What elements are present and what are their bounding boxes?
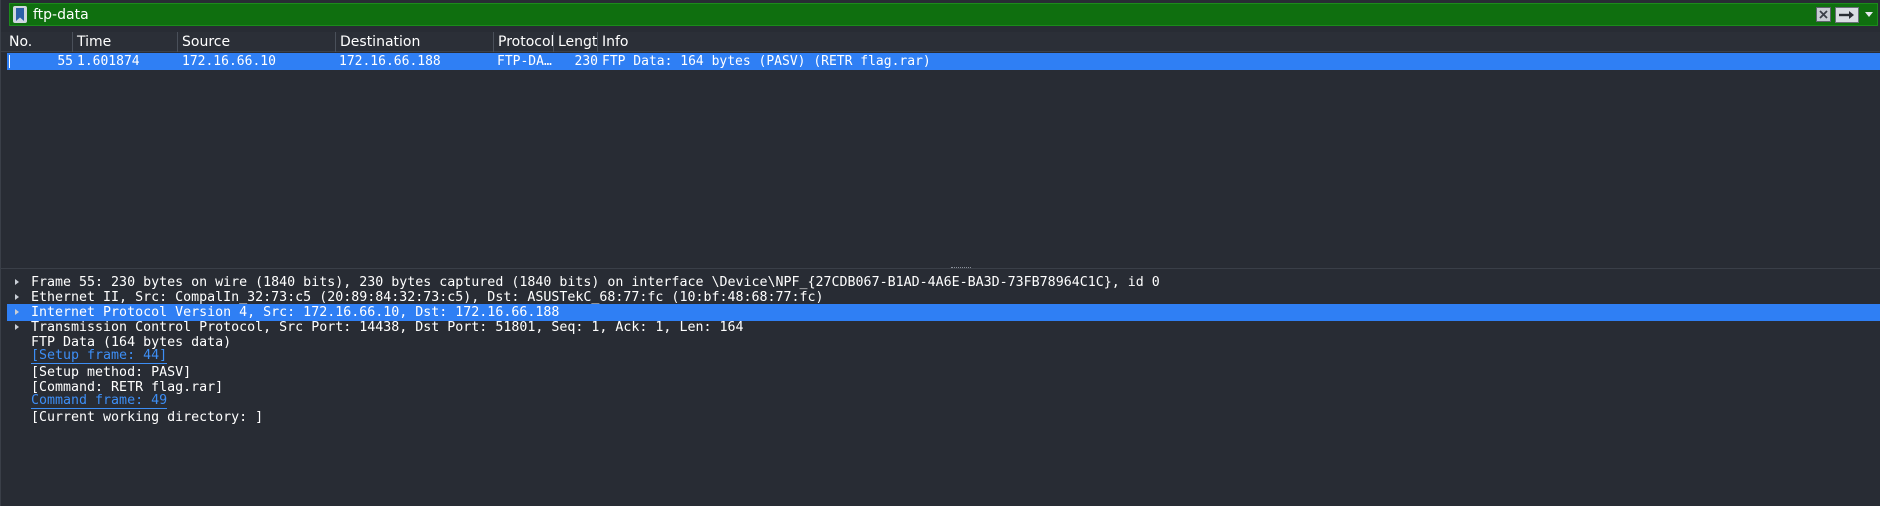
wireshark-window: ftp-data No. Time Source Destination Pro… (0, 0, 1880, 506)
chevron-down-icon (1865, 12, 1873, 17)
packet-details-pane: Frame 55: 230 bytes on wire (1840 bits),… (1, 274, 1880, 506)
packet-info: FTP Data: 164 bytes (PASV) (RETR flag.ra… (602, 54, 931, 69)
packet-row[interactable]: 55 1.601874 172.16.66.10 172.16.66.188 F… (7, 53, 1880, 70)
apply-filter-button[interactable] (1835, 6, 1859, 23)
column-header-source[interactable]: Source (178, 32, 336, 52)
column-header-time[interactable]: Time (73, 32, 178, 52)
filter-bookmark-button[interactable] (13, 6, 27, 23)
expand-arrow-icon[interactable] (15, 279, 19, 285)
expand-arrow-icon[interactable] (15, 309, 19, 315)
splitter-grip[interactable] (951, 267, 971, 270)
expand-arrow-icon[interactable] (15, 324, 19, 330)
clear-filter-button[interactable] (1816, 7, 1831, 22)
setup-frame-link[interactable]: [Setup frame: 44] (31, 349, 168, 364)
expand-arrow-icon[interactable] (15, 294, 19, 300)
column-header-destination[interactable]: Destination (336, 32, 494, 52)
packet-no: 55 (57, 54, 73, 69)
tree-item-cwd[interactable]: [Current working directory: ] (7, 409, 1880, 426)
column-header-length[interactable]: Length (554, 32, 598, 52)
command-frame-link[interactable]: Command frame: 49 (31, 394, 168, 409)
display-filter-input[interactable]: ftp-data (33, 7, 1816, 23)
arrow-right-icon (1839, 10, 1854, 19)
packet-list-header: No. Time Source Destination Protocol Len… (1, 32, 1880, 52)
tree-item-label: [Current working directory: ] (31, 410, 264, 425)
packet-list-pane: No. Time Source Destination Protocol Len… (1, 32, 1880, 268)
bookmark-icon (16, 8, 24, 21)
pane-splitter[interactable] (1, 267, 1880, 272)
display-filter-bar: ftp-data (9, 3, 1878, 26)
column-header-no[interactable]: No. (5, 32, 73, 52)
packet-length: 230 (574, 54, 598, 69)
packet-source: 172.16.66.10 (182, 54, 276, 69)
column-header-protocol[interactable]: Protocol (494, 32, 554, 52)
packet-destination: 172.16.66.188 (339, 54, 441, 69)
packet-protocol: FTP-DA… (497, 54, 552, 69)
column-header-info[interactable]: Info (598, 32, 1880, 52)
packet-time: 1.601874 (77, 54, 140, 69)
filter-history-dropdown[interactable] (1863, 7, 1875, 23)
close-icon (1819, 10, 1828, 19)
